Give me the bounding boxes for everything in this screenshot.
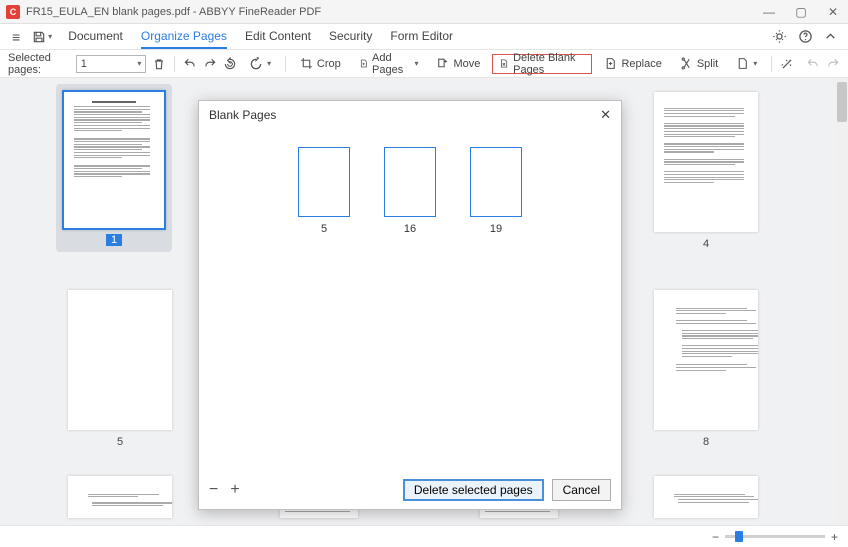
zoom-slider-knob[interactable] <box>735 531 743 542</box>
page-thumb-4[interactable]: 4 <box>654 92 758 250</box>
page-thumb-1[interactable]: 1 <box>56 84 172 252</box>
page-thumb-partial-right[interactable] <box>654 476 758 518</box>
scrollbar-thumb[interactable] <box>837 82 847 122</box>
window-controls: ― ▢ ✕ <box>760 5 842 19</box>
tab-security[interactable]: Security <box>329 25 372 49</box>
blank-pages-dialog: Blank Pages ✕ 5 16 19 − + Delete selecte… <box>198 100 622 510</box>
tab-edit-content[interactable]: Edit Content <box>245 25 311 49</box>
page-thumb-8[interactable]: 8 <box>654 290 758 448</box>
blank-page-thumb-19[interactable]: 19 <box>470 147 522 235</box>
page-thumb-partial-left[interactable] <box>68 476 172 518</box>
selected-pages-value: 1 <box>81 58 87 70</box>
delete-selected-pages-button[interactable]: Delete selected pages <box>403 479 544 501</box>
zoom-slider[interactable] <box>725 535 825 538</box>
delete-icon[interactable] <box>152 55 166 73</box>
dialog-zoom-out-icon[interactable]: − <box>209 481 218 499</box>
selected-pages-label: Selected pages: <box>8 52 68 76</box>
delete-blank-label: Delete Blank Pages <box>513 52 585 76</box>
dialog-title: Blank Pages <box>209 108 276 122</box>
split-button[interactable]: Split <box>674 54 724 74</box>
more-page-dropdown[interactable]: ▾ <box>730 54 763 74</box>
replace-label: Replace <box>621 58 661 70</box>
crop-button[interactable]: Crop <box>294 54 347 74</box>
undo-right-icon[interactable] <box>806 55 820 73</box>
minimize-button[interactable]: ― <box>760 5 778 19</box>
blank-page-number: 19 <box>470 223 522 235</box>
titlebar: C FR15_EULA_EN blank pages.pdf - ABBYY F… <box>0 0 848 24</box>
collapse-icon[interactable] <box>824 30 840 43</box>
split-icon <box>680 57 693 70</box>
replace-icon <box>604 57 617 70</box>
toolbar: Selected pages: 1 ▾ ▾ Crop Add Pages ▾ M… <box>0 50 848 78</box>
move-button[interactable]: Move <box>430 54 486 74</box>
redo-right-icon[interactable] <box>826 55 840 73</box>
close-button[interactable]: ✕ <box>824 5 842 19</box>
tab-organize-pages[interactable]: Organize Pages <box>141 25 227 49</box>
page-number: 4 <box>654 238 758 250</box>
blank-page-number: 16 <box>384 223 436 235</box>
split-label: Split <box>697 58 718 70</box>
app-icon: C <box>6 5 20 19</box>
dialog-footer: − + Delete selected pages Cancel <box>199 471 621 509</box>
window-title: FR15_EULA_EN blank pages.pdf - ABBYY Fin… <box>26 6 760 18</box>
chevron-down-icon: ▾ <box>137 59 141 68</box>
zoom-in-icon[interactable]: + <box>831 530 838 544</box>
blank-page-thumb-16[interactable]: 16 <box>384 147 436 235</box>
separator <box>174 56 175 72</box>
blank-page-thumb-5[interactable]: 5 <box>298 147 350 235</box>
save-icon <box>32 30 46 44</box>
zoom-out-icon[interactable]: − <box>712 530 719 544</box>
vertical-scrollbar[interactable] <box>836 78 848 525</box>
page-number: 8 <box>654 436 758 448</box>
page-thumb-5[interactable]: 5 <box>68 290 172 448</box>
crop-label: Crop <box>317 58 341 70</box>
footer-zoom: − + <box>0 525 848 547</box>
settings-icon[interactable] <box>772 29 788 44</box>
maximize-button[interactable]: ▢ <box>792 5 810 19</box>
tab-form-editor[interactable]: Form Editor <box>390 25 453 49</box>
rotate-right-dropdown[interactable]: ▾ <box>243 54 277 74</box>
magic-wand-icon[interactable] <box>780 55 794 73</box>
dialog-body: 5 16 19 <box>199 129 621 471</box>
delete-blank-pages-button[interactable]: Delete Blank Pages <box>492 54 592 74</box>
tab-document[interactable]: Document <box>68 25 123 49</box>
menubar-right <box>772 29 840 44</box>
crop-icon <box>300 57 313 70</box>
dialog-close-icon[interactable]: ✕ <box>600 107 611 123</box>
selected-pages-dropdown[interactable]: 1 ▾ <box>76 55 147 73</box>
page-number: 1 <box>106 234 122 246</box>
save-dropdown[interactable]: ▾ <box>32 30 52 44</box>
page-icon <box>736 57 749 70</box>
cancel-button[interactable]: Cancel <box>552 479 611 501</box>
rotate-left-icon[interactable] <box>223 55 237 73</box>
help-icon[interactable] <box>798 29 814 44</box>
add-pages-label: Add Pages <box>372 52 410 76</box>
replace-button[interactable]: Replace <box>598 54 667 74</box>
separator <box>285 56 286 72</box>
page-number: 5 <box>68 436 172 448</box>
add-pages-button[interactable]: Add Pages ▾ <box>353 54 425 74</box>
move-icon <box>436 57 449 70</box>
menubar: ≡ ▾ Document Organize Pages Edit Content… <box>0 24 848 50</box>
delete-blank-icon <box>499 57 509 70</box>
hamburger-icon[interactable]: ≡ <box>8 27 24 47</box>
move-label: Move <box>453 58 480 70</box>
main-tabs: Document Organize Pages Edit Content Sec… <box>68 25 453 49</box>
separator <box>771 56 772 72</box>
dialog-zoom-in-icon[interactable]: + <box>230 481 239 499</box>
blank-page-number: 5 <box>298 223 350 235</box>
undo-icon[interactable] <box>183 55 197 73</box>
redo-icon[interactable] <box>203 55 217 73</box>
add-page-icon <box>359 57 368 70</box>
